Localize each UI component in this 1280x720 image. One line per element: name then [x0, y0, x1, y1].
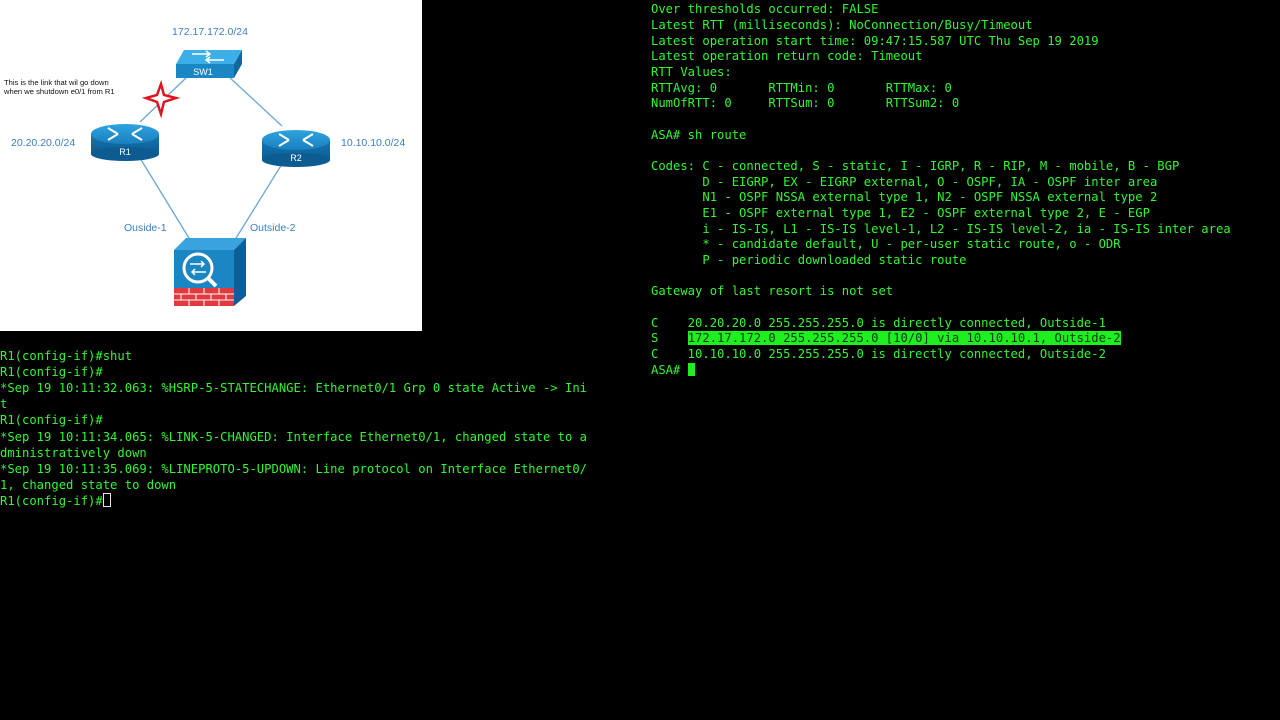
terminal-line: R1(config-if)#: [0, 365, 103, 379]
route-static-code: S: [651, 331, 688, 345]
outside1-label: Ouside-1: [124, 222, 167, 234]
terminal-line: R1(config-if)#shut: [0, 349, 133, 363]
topology-svg: SW1 R1 R2 172.17.172.0/24 20.20.20.0/24 …: [3, 26, 405, 306]
route-static-172: S 172.17.172.0 255.255.255.0 [10/0] via …: [651, 330, 1121, 346]
r1-prompt: R1(config-if)#: [0, 494, 103, 508]
net-right-label: 10.10.10.0/24: [341, 137, 405, 149]
r1-label: R1: [119, 147, 131, 157]
terminal-line: RTT Values:: [651, 65, 732, 79]
route-connected-20: C 20.20.20.0 255.255.255.0 is directly c…: [651, 316, 1106, 330]
router-r1-icon: R1: [91, 124, 159, 161]
r1-cursor: [102, 493, 111, 507]
note-line-2: when we shutdown e0/1 from R1: [3, 87, 115, 96]
net-top-label: 172.17.172.0/24: [172, 26, 248, 38]
r2-label: R2: [290, 153, 302, 163]
terminal-line: E1 - OSPF external type 1, E2 - OSPF ext…: [651, 206, 1150, 220]
terminal-line: NumOfRTT: 0 RTTSum: 0 RTTSum2: 0: [651, 96, 960, 110]
route-connected-10: C 10.10.10.0 255.255.255.0 is directly c…: [651, 347, 1106, 361]
terminal-line: N1 - OSPF NSSA external type 1, N2 - OSP…: [651, 190, 1158, 204]
terminal-line: 1, changed state to down: [0, 478, 177, 492]
note-line-1: This is the link that wil go down: [4, 78, 109, 87]
topology-diagram: SW1 R1 R2 172.17.172.0/24 20.20.20.0/24 …: [0, 0, 422, 331]
terminal-line: RTTAvg: 0 RTTMin: 0 RTTMax: 0: [651, 81, 952, 95]
route-static-highlight: 172.17.172.0 255.255.255.0 [10/0] via 10…: [687, 331, 1121, 345]
asa-cursor: [687, 363, 695, 376]
terminal-line: R1(config-if)#: [0, 413, 103, 427]
terminal-line: t: [0, 397, 8, 411]
outside2-label: Outside-2: [250, 222, 296, 234]
terminal-line: *Sep 19 10:11:34.065: %LINK-5-CHANGED: I…: [0, 430, 587, 444]
terminal-line: Latest operation return code: Timeout: [651, 49, 923, 63]
terminal-line: Gateway of last resort is not set: [651, 284, 894, 298]
link-sw1-r2: [227, 75, 283, 127]
terminal-line: Latest RTT (milliseconds): NoConnection/…: [651, 18, 1033, 32]
terminal-line: * - candidate default, U - per-user stat…: [651, 237, 1121, 251]
asa-terminal[interactable]: Over thresholds occurred: FALSE Latest R…: [651, 0, 1280, 720]
firewall-asa-icon: [174, 238, 246, 306]
terminal-line: *Sep 19 10:11:35.069: %LINEPROTO-5-UPDOW…: [0, 462, 587, 476]
terminal-line: ASA# sh route: [651, 128, 747, 142]
terminal-line: D - EIGRP, EX - EIGRP external, O - OSPF…: [651, 175, 1158, 189]
r1-prompt-line[interactable]: R1(config-if)#: [0, 493, 111, 509]
link-down-star-icon: [141, 79, 181, 119]
asa-prompt-line[interactable]: ASA#: [651, 362, 695, 378]
net-left-label: 20.20.20.0/24: [11, 137, 75, 149]
switch-icon: SW1: [176, 50, 242, 78]
terminal-line: Latest operation start time: 09:47:15.58…: [651, 34, 1099, 48]
asa-prompt: ASA#: [651, 363, 688, 377]
sw1-label: SW1: [193, 67, 213, 77]
terminal-line: i - IS-IS, L1 - IS-IS level-1, L2 - IS-I…: [651, 222, 1231, 236]
terminal-line: Codes: C - connected, S - static, I - IG…: [651, 159, 1180, 173]
terminal-line: Over thresholds occurred: FALSE: [651, 2, 879, 16]
terminal-line: dministratively down: [0, 446, 147, 460]
terminal-line: *Sep 19 10:11:32.063: %HSRP-5-STATECHANG…: [0, 381, 587, 395]
router-r2-icon: R2: [262, 130, 330, 167]
terminal-line: P - periodic downloaded static route: [651, 253, 967, 267]
